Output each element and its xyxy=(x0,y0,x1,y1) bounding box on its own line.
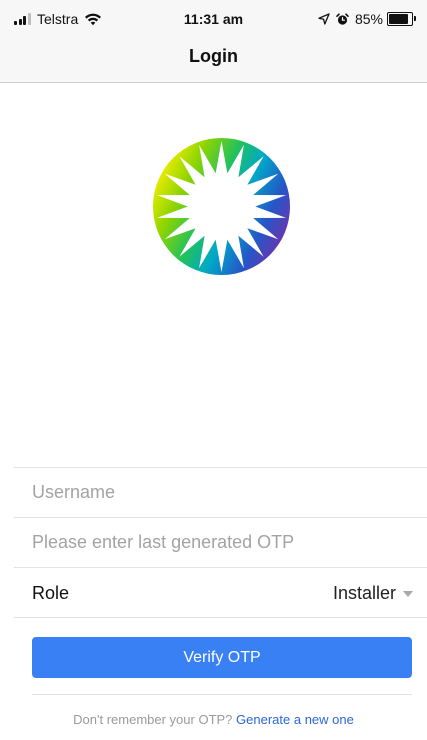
footer-help: Don't remember your OTP? Generate a new … xyxy=(0,712,427,727)
username-input[interactable] xyxy=(32,468,402,517)
role-select[interactable]: Installer xyxy=(333,583,413,604)
page-title: Login xyxy=(189,46,238,66)
login-form: Role Installer xyxy=(14,467,427,618)
role-row: Role Installer xyxy=(14,567,427,618)
username-row xyxy=(14,467,427,517)
otp-input[interactable] xyxy=(32,518,402,567)
generate-otp-link[interactable]: Generate a new one xyxy=(236,712,354,727)
role-label: Role xyxy=(32,583,70,603)
verify-otp-button[interactable]: Verify OTP xyxy=(32,637,412,678)
location-arrow-icon xyxy=(318,13,330,25)
otp-row xyxy=(14,517,427,567)
sunburst-logo xyxy=(152,137,291,276)
alarm-icon xyxy=(336,12,349,25)
navigation-bar: Login xyxy=(0,40,427,83)
battery-level-fill xyxy=(389,14,408,24)
battery-percent: 85% xyxy=(354,11,383,27)
login-screen: Telstra 11:31 am 85% Login Username Plea… xyxy=(0,0,427,740)
status-bar: Telstra 11:31 am 85% xyxy=(0,0,427,40)
caret-down-icon xyxy=(403,590,413,597)
divider xyxy=(32,694,412,695)
battery-icon xyxy=(387,12,416,26)
footer-question: Don't remember your OTP? xyxy=(73,712,237,727)
role-selected-value: Installer xyxy=(332,583,396,603)
status-right: 85% xyxy=(318,11,416,27)
